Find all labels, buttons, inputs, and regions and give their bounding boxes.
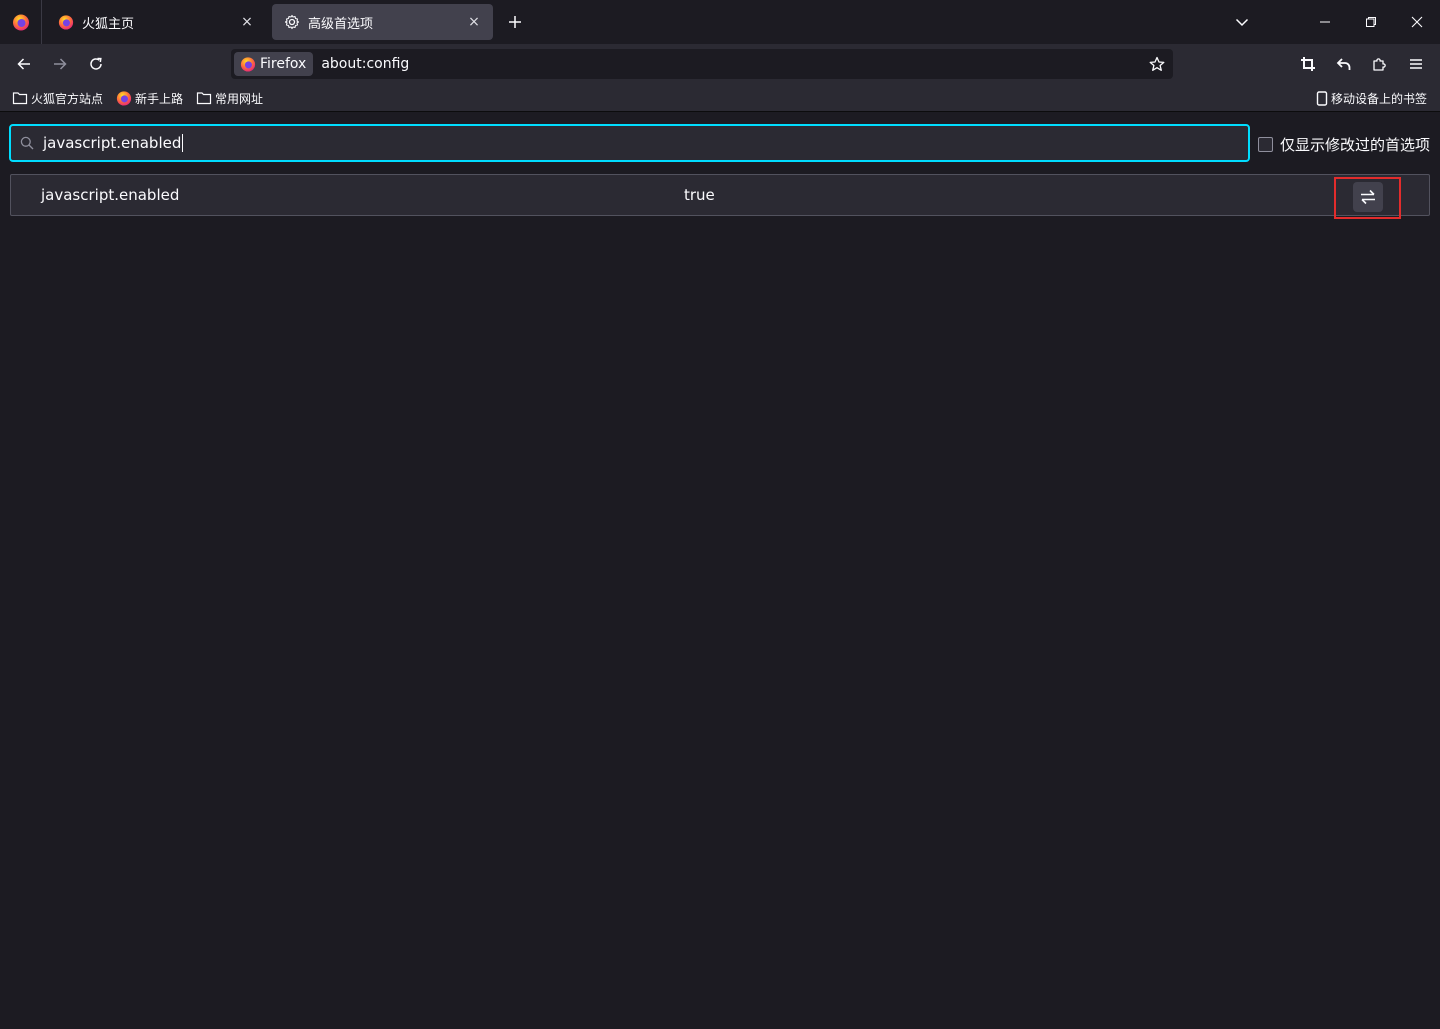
tab-home[interactable]: 火狐主页 ×	[46, 4, 266, 40]
preference-search-box[interactable]: javascript.enabled	[9, 124, 1250, 162]
highlight-box	[1334, 177, 1401, 219]
star-icon	[1149, 56, 1165, 71]
bookmarks-toolbar: 火狐官方站点 新手上路 常用网址 移动设备上的书签	[0, 84, 1440, 112]
forward-button[interactable]	[46, 50, 74, 78]
firefox-icon	[240, 57, 256, 72]
list-all-tabs-button[interactable]	[1219, 0, 1265, 44]
nav-bar: Firefox about:config	[0, 44, 1440, 84]
back-button[interactable]	[10, 50, 38, 78]
restore-icon	[1366, 17, 1376, 27]
undo-button[interactable]	[1330, 50, 1358, 78]
about-config-page: javascript.enabled 仅显示修改过的首选项 javascript…	[0, 112, 1440, 1029]
close-window-button[interactable]	[1394, 0, 1440, 44]
chevron-down-icon	[1235, 18, 1249, 27]
bookmark-getting-started[interactable]: 新手上路	[116, 88, 183, 108]
reload-icon	[90, 57, 102, 70]
tab-title: 高级首选项	[308, 16, 374, 32]
toggle-arrows-icon	[1361, 189, 1375, 205]
folder-icon	[196, 92, 212, 105]
pref-value: true	[684, 186, 715, 204]
gear-icon	[284, 14, 300, 30]
bookmark-label: 火狐官方站点	[31, 91, 104, 106]
bookmark-label: 移动设备上的书签	[1331, 91, 1428, 106]
firefox-icon	[12, 14, 29, 31]
show-only-modified-checkbox[interactable]	[1258, 136, 1273, 152]
search-icon	[19, 135, 35, 151]
undo-arrow-icon	[1336, 58, 1351, 70]
search-input-value: javascript.enabled	[43, 133, 182, 152]
firefox-view-button[interactable]	[0, 0, 42, 44]
arrow-left-icon	[17, 58, 30, 70]
firefox-icon	[116, 91, 132, 106]
bookmark-folder-official-site[interactable]: 火狐官方站点	[12, 88, 103, 108]
bookmark-folder-common-sites[interactable]: 常用网址	[196, 88, 263, 108]
show-only-modified-label: 仅显示修改过的首选项	[1280, 135, 1431, 154]
url-bar[interactable]: Firefox about:config	[231, 49, 1173, 79]
folder-icon	[12, 92, 28, 105]
show-only-modified-toggle[interactable]: 仅显示修改过的首选项	[1258, 134, 1430, 154]
screenshot-button[interactable]	[1294, 50, 1322, 78]
tab-strip: 火狐主页 × 高级首选项 ×	[0, 0, 1440, 44]
url-input[interactable]: about:config	[321, 56, 1143, 72]
identity-label: Firefox	[260, 56, 307, 72]
mobile-bookmarks-folder[interactable]: 移动设备上的书签	[1316, 88, 1427, 108]
identity-box[interactable]: Firefox	[234, 52, 314, 76]
crop-icon	[1301, 57, 1315, 71]
minimize-icon	[1320, 21, 1330, 23]
tab-advanced-preferences[interactable]: 高级首选项 ×	[272, 4, 493, 40]
arrow-right-icon	[54, 58, 67, 70]
tab-title: 火狐主页	[82, 16, 135, 32]
restore-button[interactable]	[1348, 0, 1394, 44]
plus-icon	[509, 16, 521, 28]
app-menu-button[interactable]	[1402, 50, 1430, 78]
bookmark-label: 新手上路	[135, 91, 184, 106]
text-caret	[182, 134, 184, 153]
new-tab-button[interactable]	[503, 10, 527, 34]
minimize-button[interactable]	[1302, 0, 1348, 44]
bookmark-label: 常用网址	[215, 91, 264, 106]
reload-button[interactable]	[82, 50, 110, 78]
extensions-button[interactable]	[1366, 50, 1394, 78]
close-icon	[1411, 16, 1423, 28]
puzzle-icon	[1373, 58, 1386, 71]
toggle-button[interactable]	[1353, 182, 1383, 212]
search-input[interactable]: javascript.enabled	[43, 133, 184, 153]
mobile-device-icon	[1316, 90, 1328, 106]
close-icon[interactable]: ×	[238, 13, 256, 31]
bookmark-star-button[interactable]	[1143, 50, 1171, 78]
hamburger-menu-icon	[1410, 59, 1422, 69]
firefox-icon	[58, 15, 74, 30]
close-icon[interactable]: ×	[465, 13, 483, 31]
table-row: javascript.enabled true	[10, 174, 1430, 219]
pref-name: javascript.enabled	[41, 186, 180, 204]
